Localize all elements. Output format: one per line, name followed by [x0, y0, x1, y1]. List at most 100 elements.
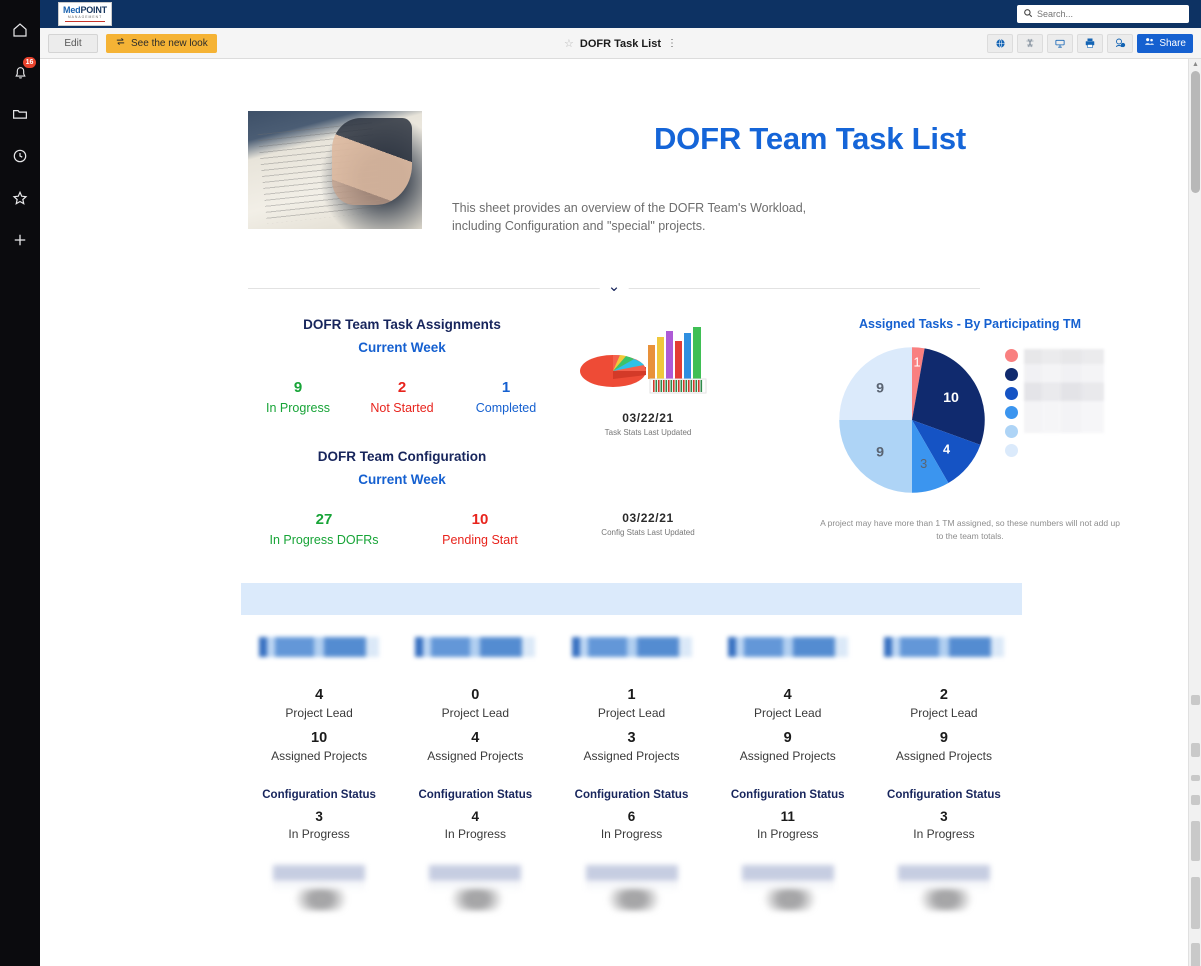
configuration-status-value: 11 [710, 809, 866, 824]
browse-folder-icon[interactable] [8, 102, 32, 126]
pie-slice-label: 3 [920, 456, 927, 471]
legend-swatch [1005, 368, 1018, 381]
search-input[interactable] [1037, 9, 1183, 19]
global-search[interactable] [1017, 5, 1189, 23]
kpi-completed: 1 Completed [454, 379, 558, 415]
kpi-label: In Progress [246, 401, 350, 415]
medpoint-logo[interactable]: MedPOINT MANAGEMENT [58, 2, 112, 26]
project-lead-value: 1 [553, 687, 709, 703]
presentation-button[interactable] [1047, 34, 1073, 53]
assigned-projects-value: 9 [710, 730, 866, 746]
activity-log-button[interactable] [1107, 34, 1133, 53]
pie-slice-label: 1 [913, 355, 920, 370]
scrollbar-mark [1191, 821, 1200, 861]
configuration-status-title: Configuration Status [241, 789, 397, 801]
kpi-in-progress-dofrs: 27 In Progress DOFRs [246, 511, 402, 547]
assigned-projects-value: 10 [241, 730, 397, 746]
configuration-status-title: Configuration Status [866, 789, 1022, 801]
configuration-title: DOFR Team Configuration [246, 449, 558, 464]
recents-clock-icon[interactable] [8, 144, 32, 168]
legend-swatch [1005, 425, 1018, 438]
pie-chart-title: Assigned Tasks - By Participating TM [752, 317, 1188, 331]
people-icon [1144, 36, 1155, 50]
assigned-projects-value: 4 [397, 730, 553, 746]
page-title: DOFR Team Task List [432, 121, 1188, 157]
project-lead-label: Project Lead [241, 706, 397, 720]
smartsheet-app-window: 16 MedPOINT [0, 0, 1201, 966]
content-area: DOFR Team Task List This sheet provides … [40, 59, 1201, 966]
task-assignment-kpis: 9 In Progress 2 Not Started 1 Completed [246, 379, 558, 415]
left-nav-rail: 16 [0, 0, 40, 966]
favorite-star-icon[interactable]: ☆ [564, 37, 574, 50]
scrollbar-thumb[interactable] [1191, 71, 1200, 193]
vertical-scrollbar[interactable]: ▲ [1188, 59, 1201, 966]
logo-text-med: Med [63, 5, 80, 15]
edit-button[interactable]: Edit [48, 34, 98, 53]
favorites-star-icon[interactable] [8, 186, 32, 210]
assigned-projects-label: Assigned Projects [553, 749, 709, 763]
team-member-card: 2Project Lead9Assigned ProjectsConfigura… [866, 637, 1022, 911]
team-member-card: 1Project Lead3Assigned ProjectsConfigura… [553, 637, 709, 911]
scrollbar-mark [1191, 695, 1200, 705]
task-assignments-subtitle: Current Week [246, 340, 558, 355]
chevron-down-icon[interactable]: ⌄ [600, 279, 629, 294]
kpi-value: 1 [454, 379, 558, 397]
member-name-redacted [723, 637, 853, 657]
member-name-redacted [879, 637, 1009, 657]
print-button[interactable] [1077, 34, 1103, 53]
project-lead-value: 2 [866, 687, 1022, 703]
project-lead-label: Project Lead [710, 706, 866, 720]
pie-and-bar-chart-decorative-image [568, 323, 728, 401]
sheet-menu-kebab-icon[interactable]: ⋮ [667, 39, 677, 49]
legend-swatch [1005, 349, 1018, 362]
notification-badge: 16 [23, 57, 36, 68]
kpi-label: Pending Start [402, 533, 558, 547]
scroll-up-arrow-icon[interactable]: ▲ [1189, 61, 1201, 68]
search-icon [1023, 5, 1033, 23]
notifications-icon[interactable]: 16 [8, 60, 32, 84]
pie-legend-swatches [1005, 349, 1018, 457]
global-top-bar: MedPOINT MANAGEMENT [40, 0, 1201, 28]
stats-left-column: DOFR Team Task Assignments Current Week … [246, 317, 558, 547]
main-column: MedPOINT MANAGEMENT Edit [40, 0, 1201, 966]
logo-wordmark: MedPOINT [63, 6, 107, 15]
pie-slice-label: 9 [876, 381, 884, 397]
team-member-card: 4Project Lead9Assigned ProjectsConfigura… [710, 637, 866, 911]
project-lead-value: 0 [397, 687, 553, 703]
pie-legend-labels-redacted [1024, 349, 1104, 433]
see-the-new-look-button[interactable]: See the new look [106, 34, 217, 53]
publish-globe-button[interactable] [987, 34, 1013, 53]
pie-slice-label: 10 [943, 390, 959, 406]
configuration-status-label: In Progress [866, 827, 1022, 841]
configuration-status-title: Configuration Status [710, 789, 866, 801]
pie-chart-with-legend: 1104399 [752, 345, 1188, 495]
scrollbar-mark [1191, 943, 1200, 966]
configuration-kpis: 27 In Progress DOFRs 10 Pending Start [246, 511, 558, 547]
legend-swatch [1005, 387, 1018, 400]
member-chart-redacted [273, 865, 365, 911]
stats-mid-column: 03/22/21 Task Stats Last Updated 03/22/2… [558, 317, 738, 547]
scrollbar-mark [1191, 775, 1200, 781]
kpi-in-progress: 9 In Progress [246, 379, 350, 415]
logo-rule [65, 21, 105, 22]
home-icon[interactable] [8, 18, 32, 42]
member-name-redacted [410, 637, 540, 657]
configuration-status-label: In Progress [710, 827, 866, 841]
project-lead-value: 4 [710, 687, 866, 703]
toolbar-actions: Share [987, 34, 1193, 53]
configuration-status-value: 3 [241, 809, 397, 824]
kpi-value: 9 [246, 379, 350, 397]
kpi-value: 2 [350, 379, 454, 397]
create-plus-icon[interactable] [8, 228, 32, 252]
team-member-card: 4Project Lead10Assigned ProjectsConfigur… [241, 637, 397, 911]
member-chart-redacted [742, 865, 834, 911]
member-chart-redacted [898, 865, 990, 911]
assigned-tasks-pie-chart[interactable]: 1104399 [837, 345, 987, 495]
swap-arrows-icon [115, 36, 126, 50]
legend-swatch [1005, 406, 1018, 419]
share-button[interactable]: Share [1137, 34, 1193, 53]
new-look-label: See the new look [131, 38, 208, 49]
assigned-projects-value: 3 [553, 730, 709, 746]
attachments-button[interactable] [1017, 34, 1043, 53]
hero-section: DOFR Team Task List This sheet provides … [40, 59, 1188, 235]
